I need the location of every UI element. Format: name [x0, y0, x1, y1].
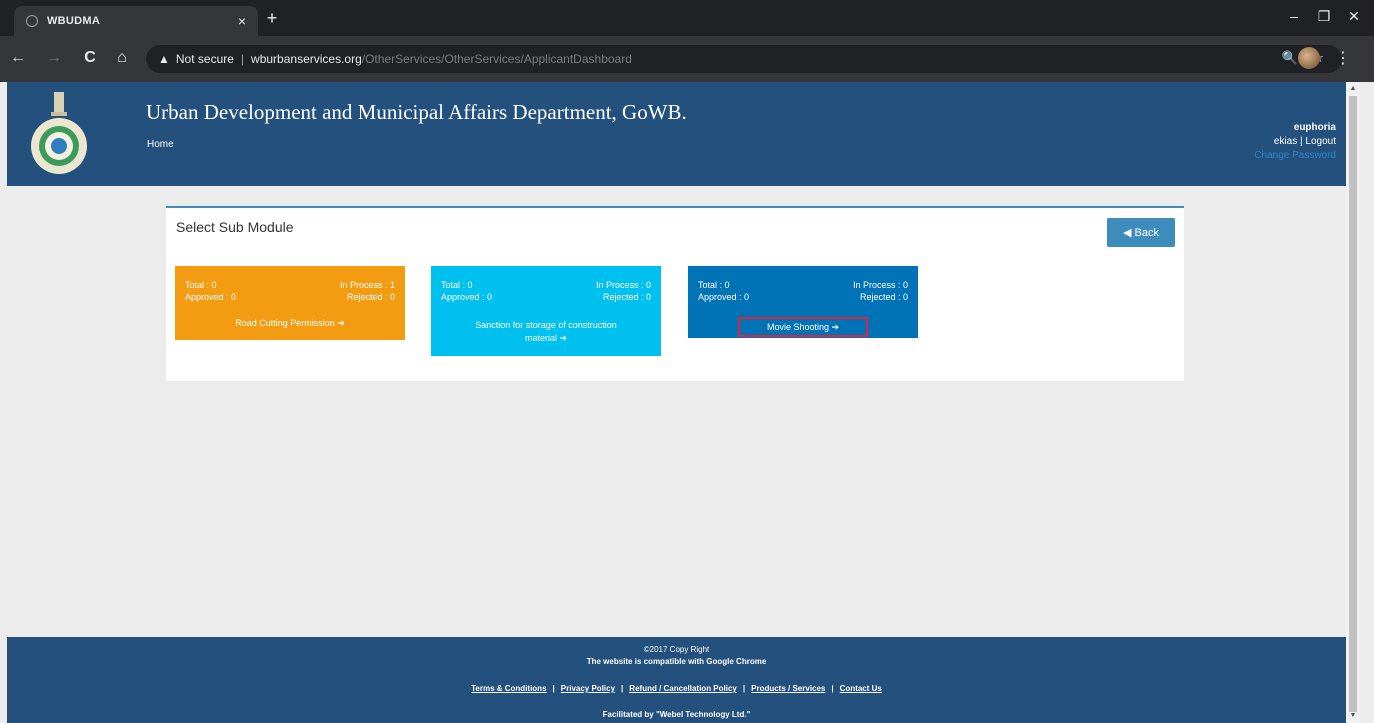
change-password-link[interactable]: Change Password — [1254, 150, 1336, 161]
browser-toolbar: ← → C ⌂ ▲ Not secure | wburbanservices.o… — [0, 36, 1374, 82]
in-process-count: In Process : 0 — [852, 280, 908, 290]
sub-module-panel: Select Sub Module ◀ Back Total : 0 In Pr… — [166, 206, 1184, 381]
address-bar[interactable]: ▲ Not secure | wburbanservices.org /Othe… — [146, 45, 1342, 73]
movie-shooting-link[interactable]: Movie Shooting ➔ — [738, 317, 868, 337]
approved-count: Approved : 0 — [185, 292, 237, 302]
profile-avatar[interactable] — [1298, 47, 1320, 69]
page-title: Urban Development and Municipal Affairs … — [146, 100, 687, 124]
scroll-up-icon[interactable]: ▲ — [1346, 82, 1360, 96]
state-emblem-logo — [31, 92, 87, 174]
footer-links: Terms & Conditions | Privacy Policy | Refund… — [7, 684, 1346, 693]
forward-arrow-icon[interactable]: → — [44, 49, 64, 67]
total-count: Total : 0 — [698, 280, 730, 290]
rejected-count: Rejected : 0 — [346, 292, 395, 302]
back-button[interactable]: ◀ Back — [1107, 218, 1175, 247]
module-card-storage-sanction: Total : 0 In Process : 0 Approved : 0 Re… — [431, 266, 661, 356]
road-cutting-permission-link[interactable]: Road Cutting Permission ➔ — [185, 317, 395, 330]
browser-tabbar: WBUDMA × + – ❐ ✕ — [0, 0, 1374, 36]
user-id-link[interactable]: ekias — [1274, 136, 1297, 147]
contact-link[interactable]: Contact Us — [840, 684, 882, 693]
facilitated-by: Facilitated by "Webel Technology Ltd." — [602, 710, 751, 719]
panel-title: Select Sub Module — [176, 219, 294, 235]
browser-tab[interactable]: WBUDMA × — [14, 6, 258, 36]
footer-separator: | — [552, 684, 555, 693]
url-path: /OtherServices/OtherServices/ApplicantDa… — [361, 52, 632, 66]
refund-link[interactable]: Refund / Cancellation Policy — [629, 684, 737, 693]
footer-separator: | — [742, 684, 746, 693]
home-link[interactable]: Home — [147, 139, 174, 150]
security-label[interactable]: Not secure — [176, 52, 234, 66]
url-host: wburbanservices.org — [251, 52, 362, 66]
reload-icon[interactable]: C — [80, 49, 100, 67]
home-icon[interactable]: ⌂ — [112, 49, 132, 67]
approved-count: Approved : 0 — [698, 292, 750, 302]
scroll-thumb[interactable] — [1349, 96, 1357, 712]
products-link[interactable]: Products / Services — [751, 684, 825, 693]
module-card-road-cutting: Total : 0 In Process : 1 Approved : 0 Re… — [175, 266, 405, 340]
compatibility-note: The website is compatible with Google Ch… — [586, 657, 767, 666]
close-tab-icon[interactable]: × — [238, 13, 246, 29]
site-footer: ©2017 Copy Right The website is compatib… — [7, 637, 1346, 723]
user-links: ekias | Logout — [1274, 136, 1336, 147]
back-arrow-icon[interactable]: ← — [8, 49, 28, 67]
privacy-link[interactable]: Privacy Policy — [561, 684, 615, 693]
warning-icon: ▲ — [158, 52, 170, 66]
site-header: Urban Development and Municipal Affairs … — [7, 82, 1346, 186]
scroll-down-icon[interactable]: ▼ — [1346, 709, 1360, 723]
total-count: Total : 0 — [441, 280, 473, 290]
new-tab-button[interactable]: + — [262, 8, 282, 29]
minimize-icon[interactable]: – — [1282, 8, 1306, 24]
maximize-icon[interactable]: ❐ — [1312, 8, 1336, 25]
address-separator: | — [240, 52, 245, 66]
page-scrollbar[interactable]: ▲ ▼ — [1346, 82, 1360, 723]
terms-link[interactable]: Terms & Conditions — [471, 684, 546, 693]
tab-title: WBUDMA — [47, 15, 101, 27]
rejected-count: Rejected : 0 — [602, 292, 651, 302]
footer-separator: | — [621, 684, 624, 693]
copyright-text: ©2017 Copy Right — [643, 645, 710, 654]
browser-menu-icon[interactable]: ⋮ — [1335, 48, 1351, 68]
user-name: euphoria — [1293, 122, 1336, 133]
logout-link[interactable]: Logout — [1305, 136, 1336, 147]
in-process-count: In Process : 0 — [595, 280, 651, 290]
module-card-movie-shooting: Total : 0 In Process : 0 Approved : 0 Re… — [688, 266, 918, 338]
total-count: Total : 0 — [185, 280, 217, 290]
approved-count: Approved : 0 — [441, 292, 493, 302]
in-process-count: In Process : 1 — [339, 280, 395, 290]
globe-icon — [26, 15, 38, 27]
storage-sanction-link[interactable]: Sanction for storage of construction mat… — [471, 319, 621, 345]
window-close-icon[interactable]: ✕ — [1342, 8, 1366, 25]
rejected-count: Rejected : 0 — [859, 292, 908, 302]
zoom-icon[interactable]: 🔍 — [1282, 50, 1298, 66]
footer-separator: | — [831, 684, 834, 693]
